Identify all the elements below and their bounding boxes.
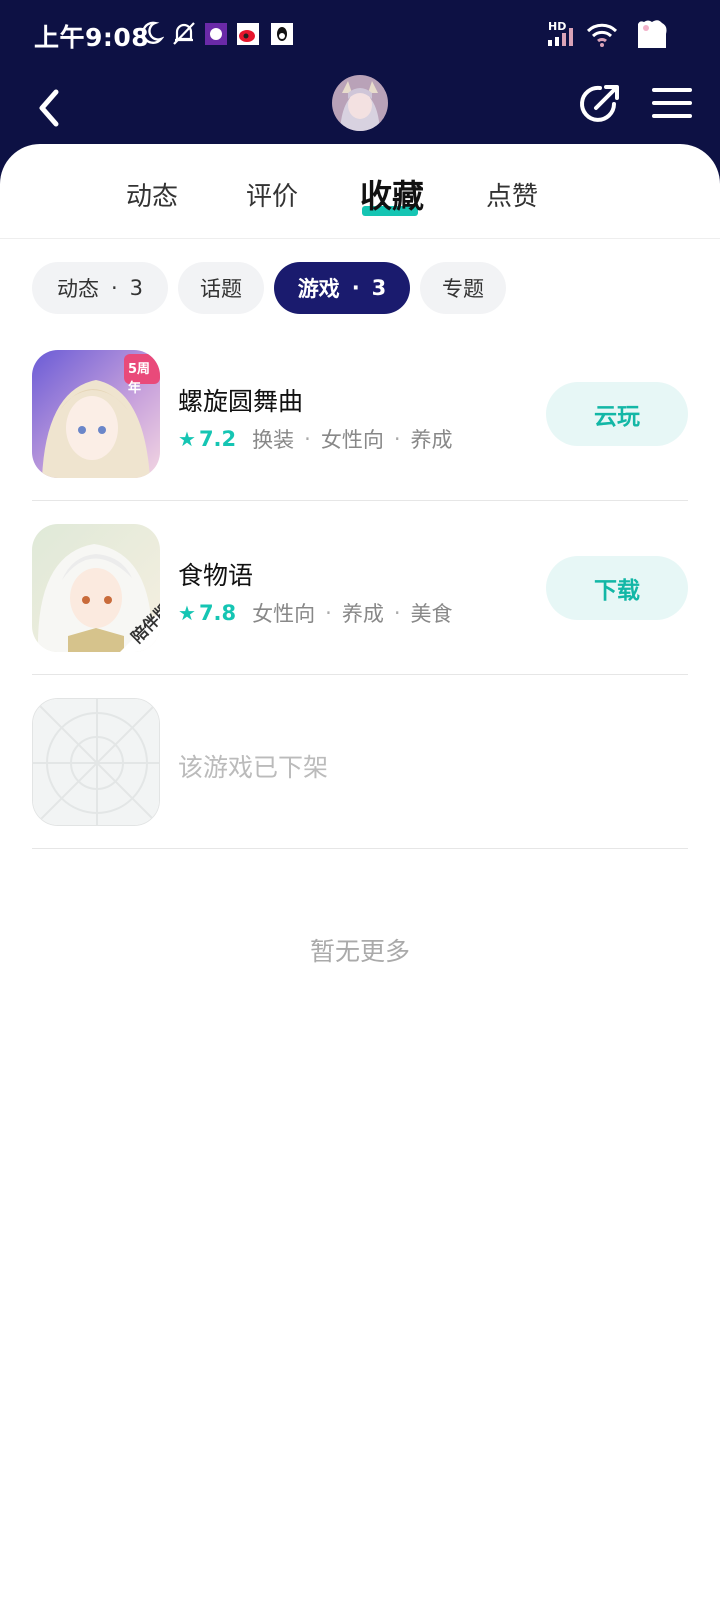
game-title[interactable]: 食物语 — [178, 556, 253, 592]
game-meta: ★ 7.2 换装 · 女性向 · 养成 — [178, 424, 453, 454]
signal-icon — [548, 28, 578, 50]
header — [0, 72, 720, 144]
filter-separator: · — [351, 276, 360, 300]
game-icon-shiwuyu[interactable]: 陪伴版 — [32, 524, 160, 652]
app-notification-icon — [205, 23, 227, 49]
tag-separator: · — [304, 427, 311, 451]
game-rating: 7.2 — [198, 427, 237, 451]
game-removed-text: 该游戏已下架 — [178, 753, 329, 782]
tab-bar: 动态 评价 收藏 点赞 — [0, 144, 720, 239]
placeholder-game-icon — [32, 698, 160, 826]
moon-icon — [140, 20, 165, 50]
tag-separator: · — [393, 427, 401, 451]
star-icon: ★ — [178, 601, 196, 625]
qq-icon — [271, 23, 293, 49]
game-rating: 7.8 — [198, 601, 237, 625]
menu-button[interactable] — [652, 84, 692, 124]
game-icon-luoxuan[interactable]: 5周年 — [32, 350, 160, 478]
status-time: 上午9:08 — [34, 23, 150, 52]
download-button[interactable]: 下载 — [546, 556, 688, 620]
filter-chip-label: 话题 — [200, 277, 242, 301]
game-tag: 换装 — [252, 428, 295, 452]
game-tag: 养成 — [341, 602, 384, 626]
cloud-play-button[interactable]: 云玩 — [546, 382, 688, 446]
tag-separator: · — [393, 601, 401, 625]
list-end-text: 暂无更多 — [309, 937, 410, 966]
tab-likes[interactable]: 点赞 — [486, 176, 538, 213]
filter-chip-dynamics[interactable]: 动态 · 3 — [32, 262, 168, 314]
filter-separator: · — [110, 276, 118, 300]
share-icon — [580, 85, 619, 122]
filter-chip-games[interactable]: 游戏 · 3 — [274, 262, 410, 314]
back-icon — [39, 89, 59, 127]
game-list-item[interactable]: 陪伴版 食物语 ★ 7.8 女性向 · 养成 · 美食 下载 — [32, 500, 688, 675]
share-button[interactable] — [578, 82, 622, 126]
content-sheet: 动态 评价 收藏 点赞 动态 · 3 话题 游戏 · 3 专题 5周年 螺旋圆舞… — [0, 144, 720, 1600]
back-button[interactable] — [30, 82, 70, 132]
filter-chip-topics[interactable]: 话题 — [178, 262, 264, 314]
star-icon: ★ — [178, 427, 196, 451]
filter-chip-label: 专题 — [442, 277, 484, 301]
wifi-icon — [586, 22, 618, 52]
tag-separator: · — [325, 601, 332, 625]
user-avatar-image — [332, 75, 388, 131]
weibo-icon — [237, 23, 259, 49]
filter-chip-specials[interactable]: 专题 — [420, 262, 506, 314]
avatar[interactable] — [332, 75, 388, 131]
game-tag: 养成 — [410, 428, 453, 452]
game-list-item[interactable]: 5周年 螺旋圆舞曲 ★ 7.2 换装 · 女性向 · 养成 云玩 — [32, 326, 688, 501]
filter-chip-label: 动态 — [56, 277, 99, 301]
menu-icon — [652, 88, 692, 118]
tab-dynamics[interactable]: 动态 — [126, 176, 178, 213]
game-icon-badge: 5周年 — [128, 362, 151, 396]
game-list-item-removed[interactable]: 该游戏已下架 — [32, 674, 688, 849]
tab-reviews[interactable]: 评价 — [246, 176, 298, 213]
tab-favorites[interactable]: 收藏 — [360, 171, 424, 217]
filter-chip-count: 3 — [129, 276, 144, 300]
filter-chip-label: 游戏 — [297, 277, 340, 301]
game-meta: ★ 7.8 女性向 · 养成 · 美食 — [178, 598, 453, 628]
game-tag: 女性向 — [320, 428, 384, 452]
game-title[interactable]: 螺旋圆舞曲 — [178, 382, 303, 418]
status-bar: 上午9:08 HD — [0, 0, 720, 72]
battery-icon — [634, 18, 670, 56]
mute-bell-icon — [171, 20, 197, 50]
game-tag: 美食 — [410, 602, 453, 626]
filter-chip-count: 3 — [371, 276, 387, 300]
game-tag: 女性向 — [252, 602, 316, 626]
